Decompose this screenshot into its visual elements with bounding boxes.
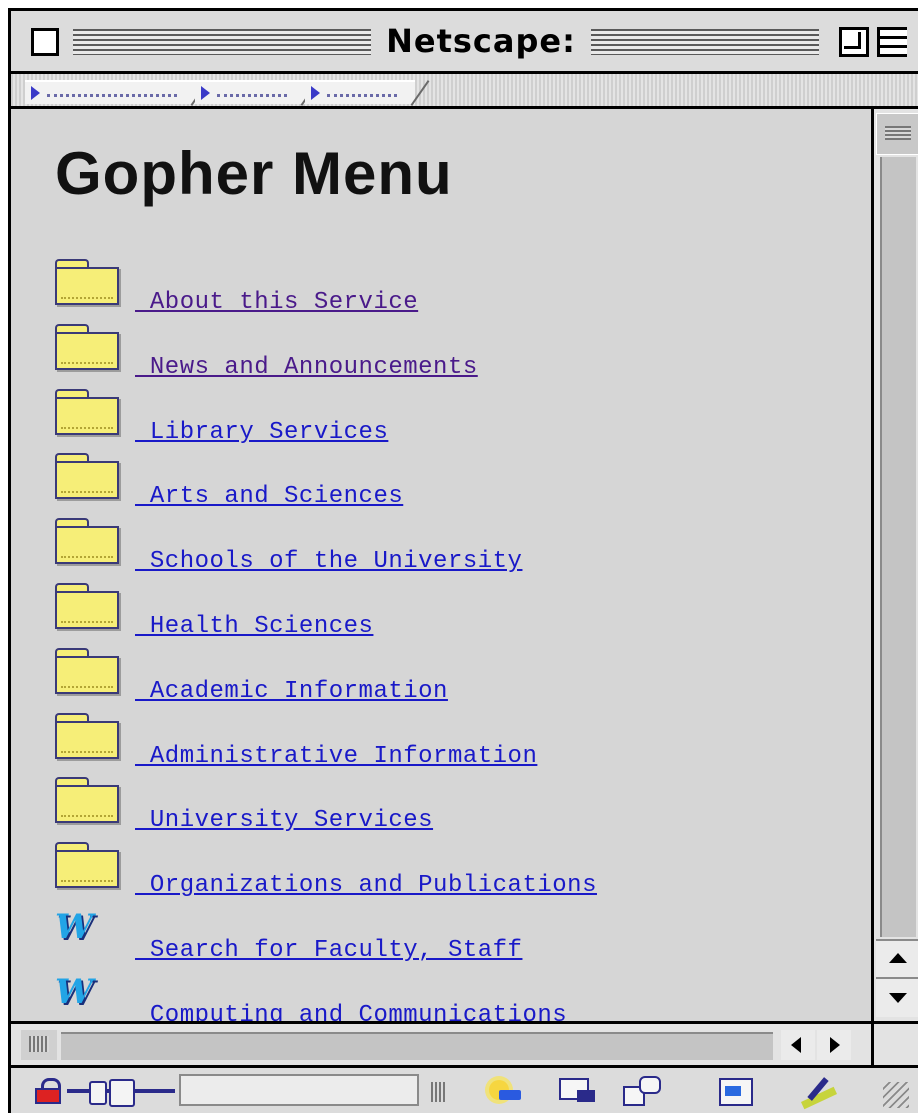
browser-window: Netscape: Gopher Menu About this Service… (8, 8, 918, 1113)
expand-arrow-icon (201, 86, 210, 100)
folder-icon[interactable] (55, 648, 119, 694)
folder-icon[interactable] (55, 259, 119, 305)
scroll-up-arrow-icon[interactable] (876, 939, 918, 979)
scroll-thumb[interactable] (21, 1030, 57, 1060)
menu-item[interactable]: Health Sciences (55, 583, 815, 643)
vertical-scrollbar[interactable] (871, 109, 918, 1021)
discussions-icon[interactable] (621, 1076, 661, 1106)
toolbar-tab-personal[interactable] (305, 80, 430, 106)
menu-item[interactable]: W Search for Faculty, Staff (55, 907, 815, 967)
folder-icon[interactable] (55, 324, 119, 370)
resize-grip[interactable] (883, 1082, 909, 1108)
toolbar-tab-navigation[interactable] (25, 80, 210, 106)
menu-link[interactable]: Schools of the University (135, 548, 522, 575)
composer-icon[interactable] (717, 1076, 753, 1106)
folder-icon[interactable] (55, 389, 119, 435)
page-content: Gopher Menu About this Service News and … (11, 109, 871, 1021)
menu-item[interactable]: Academic Information (55, 648, 815, 708)
collapse-box[interactable] (877, 27, 907, 57)
page-title: Gopher Menu (55, 140, 453, 207)
window-title: Netscape: (386, 22, 576, 60)
scroll-down-arrow-icon[interactable] (876, 977, 918, 1017)
scroll-track[interactable] (880, 157, 916, 937)
title-stripes-right (591, 29, 819, 55)
zoom-box[interactable] (839, 27, 869, 57)
navigator-icon[interactable] (481, 1076, 521, 1106)
w-search-icon[interactable]: W (55, 972, 95, 1012)
toolbar-tab-location[interactable] (195, 80, 320, 106)
title-bar[interactable]: Netscape: (11, 11, 918, 74)
scrollbar-corner (871, 1021, 918, 1065)
folder-icon[interactable] (55, 453, 119, 499)
close-box[interactable] (31, 28, 59, 56)
folder-icon[interactable] (55, 583, 119, 629)
menu-link[interactable]: Administrative Information (135, 743, 537, 770)
menu-item[interactable]: W Computing and Communications (55, 972, 815, 1021)
toolbar-tab-strip (11, 74, 918, 109)
folder-icon[interactable] (55, 518, 119, 564)
connection-plug-icon (67, 1078, 175, 1107)
security-lock-icon[interactable] (35, 1078, 63, 1104)
menu-link[interactable]: Arts and Sciences (135, 483, 403, 510)
menu-item[interactable]: Organizations and Publications (55, 842, 815, 902)
scroll-left-arrow-icon[interactable] (781, 1030, 815, 1060)
menu-link[interactable]: About this Service (135, 289, 418, 316)
expand-arrow-icon (311, 86, 320, 100)
component-bar-grip[interactable] (431, 1082, 447, 1102)
status-text (179, 1074, 419, 1106)
scroll-thumb[interactable] (876, 113, 918, 155)
scroll-track[interactable] (61, 1032, 773, 1060)
menu-link[interactable]: Academic Information (135, 678, 448, 705)
menu-item[interactable]: Schools of the University (55, 518, 815, 578)
menu-item[interactable]: Library Services (55, 389, 815, 449)
menu-link[interactable]: Search for Faculty, Staff (135, 937, 522, 964)
mail-icon[interactable] (557, 1076, 595, 1106)
scroll-right-arrow-icon[interactable] (817, 1030, 851, 1060)
folder-icon[interactable] (55, 777, 119, 823)
menu-link[interactable]: Library Services (135, 419, 388, 446)
menu-item[interactable]: News and Announcements (55, 324, 815, 384)
w-search-icon[interactable]: W (55, 907, 95, 947)
menu-item[interactable]: Arts and Sciences (55, 453, 815, 513)
menu-link[interactable]: Health Sciences (135, 613, 373, 640)
folder-icon[interactable] (55, 713, 119, 759)
horizontal-scrollbar[interactable] (11, 1021, 871, 1065)
menu-item[interactable]: Administrative Information (55, 713, 815, 773)
bookmark-edit-icon[interactable] (801, 1076, 837, 1106)
title-stripes-left (73, 29, 371, 55)
menu-link[interactable]: Organizations and Publications (135, 872, 597, 899)
menu-item[interactable]: About this Service (55, 259, 815, 319)
menu-link[interactable]: News and Announcements (135, 354, 478, 381)
status-bar (11, 1065, 918, 1113)
folder-icon[interactable] (55, 842, 119, 888)
expand-arrow-icon (31, 86, 40, 100)
menu-link[interactable]: Computing and Communications (135, 1002, 567, 1021)
menu-link[interactable]: University Services (135, 807, 433, 834)
menu-item[interactable]: University Services (55, 777, 815, 837)
